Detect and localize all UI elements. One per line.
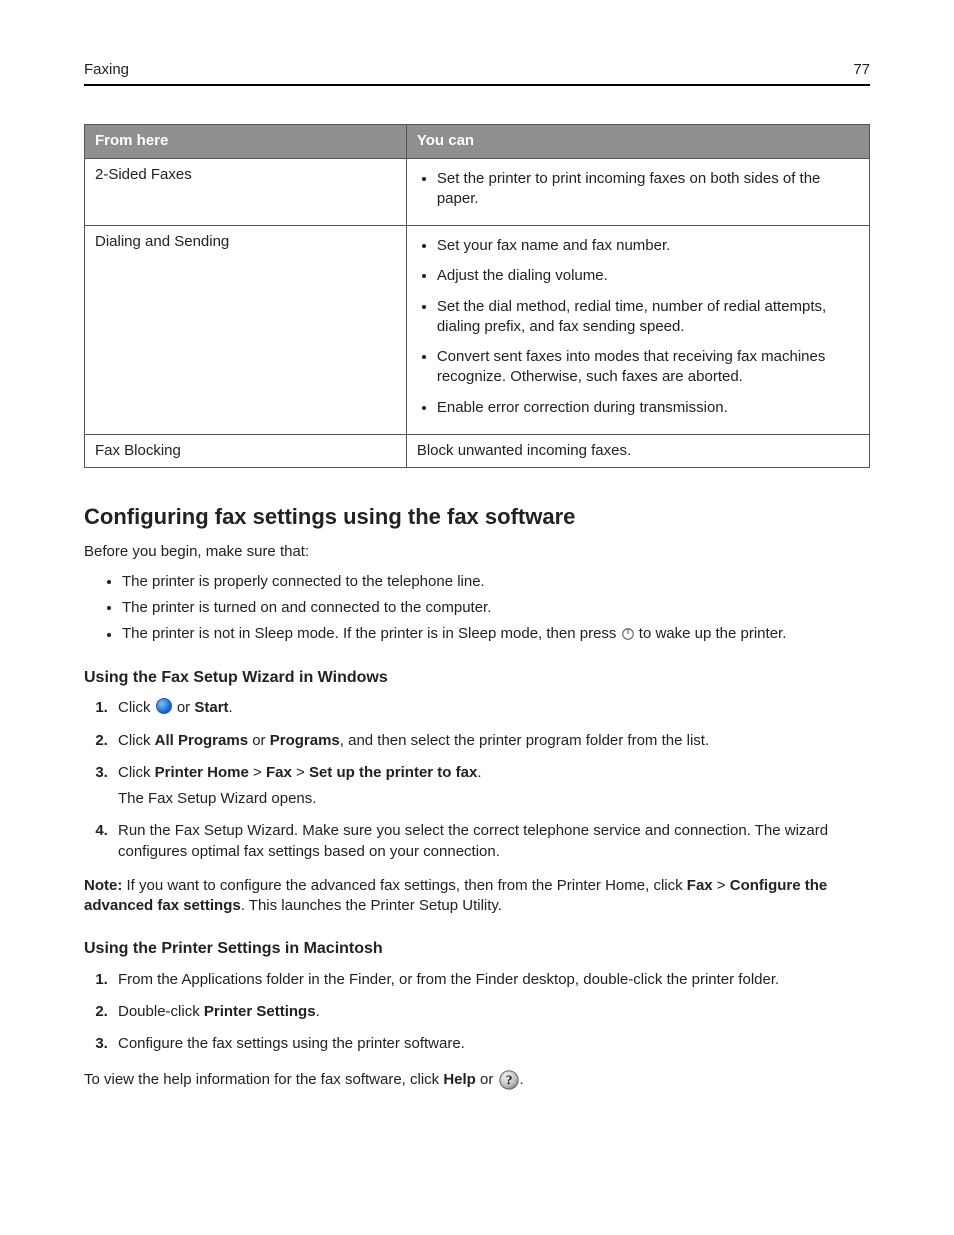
text-fragment: If you want to configure the advanced fa… xyxy=(122,877,686,894)
table-row: Fax Blocking Block unwanted incoming fax… xyxy=(85,434,870,467)
text-fragment: or xyxy=(248,732,270,749)
text-fragment: to wake up the printer. xyxy=(639,626,787,643)
text-bold: Set up the printer to fax xyxy=(309,764,477,781)
step-item: Click All Programs or Programs, and then… xyxy=(112,731,870,751)
text-fragment: or xyxy=(476,1071,498,1088)
help-icon: ? xyxy=(498,1069,520,1091)
text-bold: Fax xyxy=(266,764,292,781)
table-cell-from: Dialing and Sending xyxy=(85,226,407,435)
text-bold: Help xyxy=(443,1071,476,1088)
step-subtext: The Fax Setup Wizard opens. xyxy=(118,789,870,809)
step-item: Click or Start. xyxy=(112,698,870,718)
text-fragment: . xyxy=(520,1071,524,1088)
start-orb-icon xyxy=(156,698,172,714)
header-page-number: 77 xyxy=(853,60,870,80)
text-fragment: Click xyxy=(118,764,155,781)
text-fragment: > xyxy=(292,764,309,781)
text-bold: Fax xyxy=(687,877,713,894)
text-fragment: To view the help information for the fax… xyxy=(84,1071,443,1088)
list-item: Convert sent faxes into modes that recei… xyxy=(437,347,859,388)
text-bold: Programs xyxy=(270,732,340,749)
text-fragment: Click xyxy=(118,732,155,749)
step-item: Run the Fax Setup Wizard. Make sure you … xyxy=(112,821,870,862)
table-head-col2: You can xyxy=(406,125,869,158)
text-fragment: > xyxy=(713,877,730,894)
table-cell-youcan: Set your fax name and fax number. Adjust… xyxy=(406,226,869,435)
page-header: Faxing 77 xyxy=(84,60,870,86)
help-line: To view the help information for the fax… xyxy=(84,1069,870,1091)
list-item: The printer is not in Sleep mode. If the… xyxy=(122,624,870,644)
text-fragment: , and then select the printer program fo… xyxy=(340,732,709,749)
text-fragment: or xyxy=(173,699,195,716)
list-item: Set your fax name and fax number. xyxy=(437,236,859,256)
section-heading: Configuring fax settings using the fax s… xyxy=(84,502,870,532)
list-item: The printer is turned on and connected t… xyxy=(122,598,870,618)
power-icon xyxy=(621,624,635,644)
text-fragment: The printer is not in Sleep mode. If the… xyxy=(122,626,621,643)
text-fragment: Click xyxy=(118,699,155,716)
list-item: Set the dial method, redial time, number… xyxy=(437,297,859,338)
intro-bullets: The printer is properly connected to the… xyxy=(84,572,870,645)
step-item: Configure the fax settings using the pri… xyxy=(112,1034,870,1054)
text-bold: Printer Settings xyxy=(204,1003,316,1020)
intro-line: Before you begin, make sure that: xyxy=(84,542,870,562)
table-cell-youcan: Block unwanted incoming faxes. xyxy=(406,434,869,467)
mac-subhead: Using the Printer Settings in Macintosh xyxy=(84,938,870,960)
mac-steps: From the Applications folder in the Find… xyxy=(84,970,870,1055)
text-fragment: . xyxy=(316,1003,320,1020)
step-item: Click Printer Home > Fax > Set up the pr… xyxy=(112,763,870,810)
list-item: The printer is properly connected to the… xyxy=(122,572,870,592)
text-fragment: . xyxy=(477,764,481,781)
list-item: Enable error correction during transmiss… xyxy=(437,398,859,418)
svg-text:?: ? xyxy=(505,1072,512,1087)
step-item: Double-click Printer Settings. xyxy=(112,1002,870,1022)
table-row: 2-Sided Faxes Set the printer to print i… xyxy=(85,158,870,226)
windows-steps: Click or Start. Click All Programs or Pr… xyxy=(84,698,870,862)
settings-table: From here You can 2-Sided Faxes Set the … xyxy=(84,124,870,468)
list-item: Adjust the dialing volume. xyxy=(437,266,859,286)
text-bold: Start xyxy=(194,699,228,716)
text-fragment: . xyxy=(229,699,233,716)
note-paragraph: Note: If you want to configure the advan… xyxy=(84,876,870,917)
header-section: Faxing xyxy=(84,60,129,80)
text-bold: All Programs xyxy=(155,732,248,749)
table-cell-youcan: Set the printer to print incoming faxes … xyxy=(406,158,869,226)
text-bold: Printer Home xyxy=(155,764,249,781)
text-fragment: > xyxy=(249,764,266,781)
table-row: Dialing and Sending Set your fax name an… xyxy=(85,226,870,435)
list-item: Set the printer to print incoming faxes … xyxy=(437,169,859,210)
table-head-col1: From here xyxy=(85,125,407,158)
table-cell-from: 2-Sided Faxes xyxy=(85,158,407,226)
note-label: Note: xyxy=(84,877,122,894)
windows-subhead: Using the Fax Setup Wizard in Windows xyxy=(84,667,870,689)
text-fragment: Double-click xyxy=(118,1003,204,1020)
step-item: From the Applications folder in the Find… xyxy=(112,970,870,990)
table-cell-from: Fax Blocking xyxy=(85,434,407,467)
text-fragment: . This launches the Printer Setup Utilit… xyxy=(241,897,502,914)
